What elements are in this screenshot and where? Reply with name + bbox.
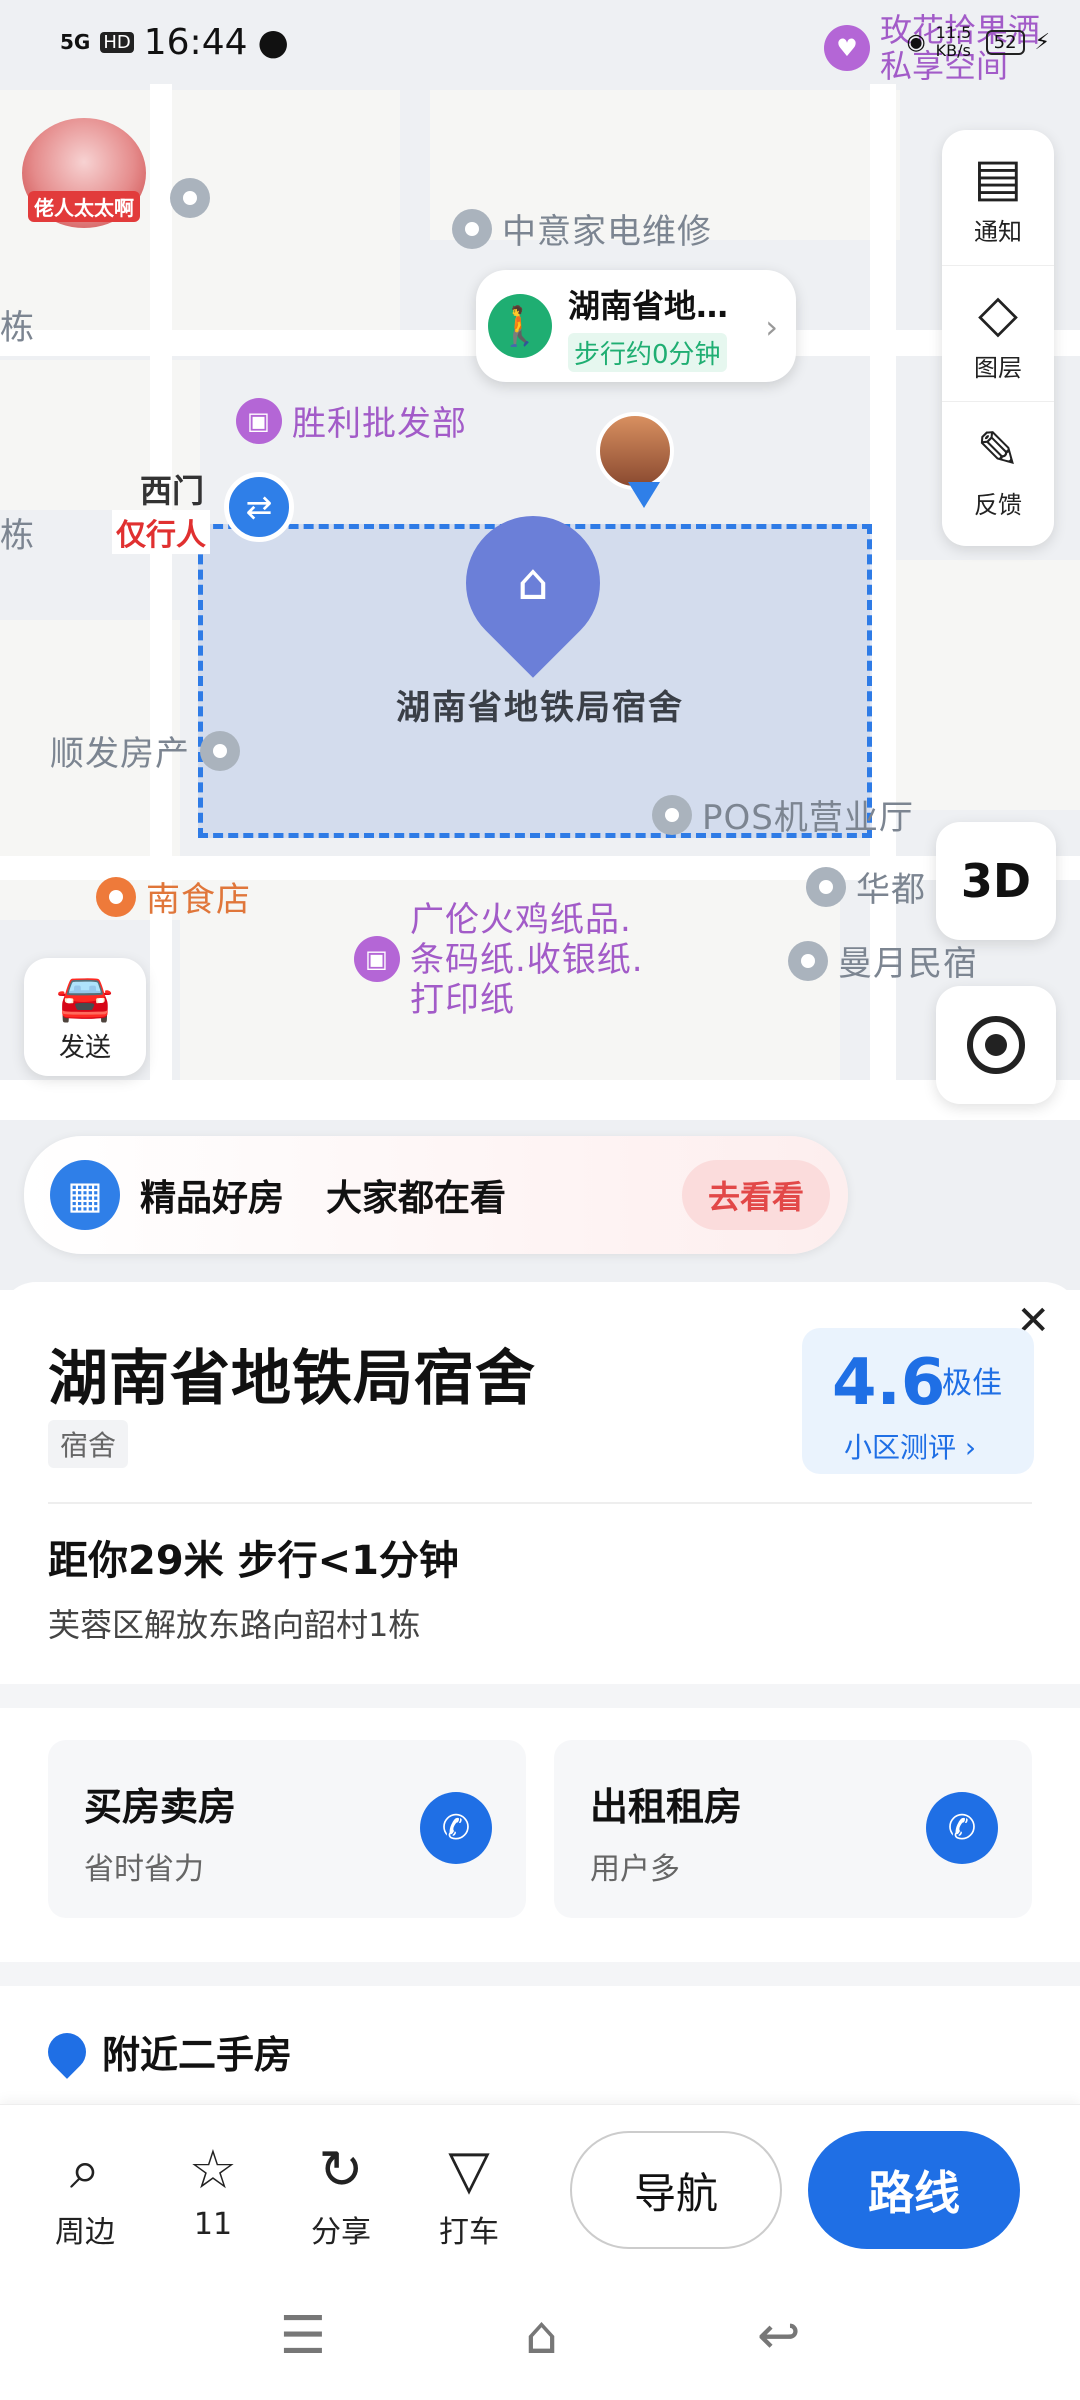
user-location-avatar[interactable] — [596, 412, 674, 490]
chevron-right-icon: › — [765, 308, 778, 346]
rating-score: 4.6 — [832, 1346, 946, 1420]
selected-poi-label: 湖南省地铁局宿舍 — [396, 688, 684, 728]
banner-go-button[interactable]: 去看看 — [681, 1160, 830, 1230]
location-service-icon: ◉ — [906, 29, 926, 55]
shop-pin-icon: ▣ — [354, 936, 400, 982]
walking-person-icon: 🚶 — [488, 294, 552, 358]
nearby-button[interactable]: ⌕ 周边 — [30, 2139, 140, 2251]
poi-unnamed[interactable] — [170, 178, 210, 218]
service-card-buy-sell[interactable]: 买房卖房 省时省力 ✆ — [48, 1740, 526, 1918]
notice-icon: ▤ — [973, 148, 1023, 208]
net-speed: 11.5 KB/s — [935, 23, 972, 60]
hotel-pin-icon — [788, 940, 828, 981]
notice-button[interactable]: ▤ 通知 — [942, 130, 1054, 266]
service-card-rent[interactable]: 出租租房 用户多 ✆ — [554, 1740, 1032, 1918]
distance-info: 距你29米 步行<1分钟 — [48, 1538, 459, 1584]
back-icon[interactable]: ↩ — [757, 2306, 801, 2366]
poi-guanglun[interactable]: ▣ 广伦火鸡纸品.条码纸.收银纸.打印纸 — [354, 900, 650, 1020]
walk-card-subtitle: 步行约0分钟 — [568, 332, 727, 372]
poi-nanshi[interactable]: 南食店 — [96, 872, 251, 921]
section-gap — [0, 1684, 1080, 1708]
west-gate-label: 西门 — [140, 472, 205, 510]
walk-route-card[interactable]: 🚶 湖南省地… 步行约0分钟 › — [476, 270, 796, 382]
phone-icon[interactable]: ✆ — [420, 1792, 492, 1864]
location-pin-icon — [200, 730, 240, 771]
location-pin-icon — [452, 208, 492, 249]
share-icon: ↻ — [318, 2138, 364, 2201]
favorite-button[interactable]: ☆ 11 — [158, 2138, 268, 2243]
share-button[interactable]: ↻ 分享 — [286, 2139, 396, 2251]
location-pin-icon — [40, 2024, 94, 2079]
navigate-button[interactable]: 导航 — [570, 2131, 782, 2249]
poi-detail-sheet: ✕ 湖南省地铁局宿舍 宿舍 4.6 极佳 小区测评 › 距你29米 步行<1分钟… — [0, 1282, 1080, 2112]
car-send-icon: 🚘 — [56, 969, 114, 1024]
location-pin-icon — [652, 794, 692, 835]
nearby-secondhand-header: 附近二手房 — [40, 2024, 292, 2079]
poi-dong[interactable]: 栋 — [0, 300, 35, 349]
address: 芙蓉区解放东路向韶村1栋 — [48, 1606, 421, 1644]
banner-subtitle: 大家都在看 — [326, 1178, 507, 1219]
layers-icon: ◇ — [978, 284, 1018, 344]
star-icon: ☆ — [188, 2138, 238, 2201]
promo-banner[interactable]: ▦ 精品好房 大家都在看 去看看 — [24, 1136, 848, 1254]
restaurant-pin-icon — [96, 876, 136, 917]
layers-button[interactable]: ◇ 图层 — [942, 266, 1054, 402]
home-icon[interactable]: ⌂ — [525, 2306, 558, 2366]
drink-pin-icon: ♥ — [824, 25, 870, 71]
feedback-icon: ✎ — [976, 420, 1020, 481]
toggle-3d-button[interactable]: 3D — [936, 822, 1056, 940]
charging-icon: ⚡ — [1034, 29, 1050, 55]
building-icon: ▦ — [50, 1160, 120, 1230]
search-icon: ⌕ — [69, 2138, 101, 2201]
poi-category-tag: 宿舍 — [48, 1420, 129, 1468]
rating-link: 小区测评 › — [844, 1431, 977, 1464]
avatar-tag: 佬人太太啊 — [28, 191, 140, 222]
clock: 16:44 — [143, 21, 248, 63]
divider — [48, 1502, 1032, 1504]
poi-shunfa[interactable]: 顺发房产 — [50, 726, 240, 775]
taxi-button[interactable]: ▽ 打车 — [414, 2139, 524, 2251]
locate-icon — [967, 1016, 1025, 1074]
hotel-pin-icon — [806, 866, 846, 907]
map-tools-panel: ▤ 通知 ◇ 图层 ✎ 反馈 — [942, 130, 1054, 546]
poi-pos[interactable]: POS机营业厅 — [652, 790, 914, 839]
shop-pin-icon: ▣ — [236, 397, 282, 444]
phone-icon[interactable]: ✆ — [926, 1792, 998, 1864]
system-nav-bar: ☰ ⌂ ↩ — [0, 2272, 1080, 2400]
route-button[interactable]: 路线 — [808, 2131, 1020, 2249]
rating-level: 极佳 — [942, 1366, 1002, 1401]
location-pin-icon — [170, 178, 210, 218]
gate-entrance-icon[interactable]: ⇄ — [224, 472, 294, 542]
poi-shengli[interactable]: ▣ 胜利批发部 — [236, 396, 467, 445]
section-gap — [0, 1962, 1080, 1986]
feedback-button[interactable]: ✎ 反馈 — [942, 402, 1054, 538]
heading-arrow-icon — [628, 482, 660, 508]
pedestrian-only-label: 仅行人 — [112, 510, 210, 554]
walk-card-title: 湖南省地… — [568, 286, 729, 325]
banner-title: 精品好房 — [140, 1178, 285, 1219]
wechat-icon: ● — [257, 21, 289, 63]
locate-me-button[interactable] — [936, 986, 1056, 1104]
status-bar: 5G HD 16:44 ● ♥ 玫花拾果酒 私享空间 ◉ 11.5 KB/s 5… — [0, 0, 1080, 84]
hd-badge: HD — [100, 31, 134, 53]
community-rating-card[interactable]: 4.6 极佳 小区测评 › — [802, 1328, 1034, 1474]
poi-dong-2[interactable]: 栋 — [0, 508, 35, 557]
battery-indicator: 52 — [985, 29, 1025, 55]
residence-icon: ⌂ — [517, 553, 549, 611]
menu-icon[interactable]: ☰ — [279, 2306, 326, 2366]
action-bar: ⌕ 周边 ☆ 11 ↻ 分享 ▽ 打车 导航 路线 — [0, 2104, 1080, 2272]
network-indicator: 5G — [60, 30, 91, 54]
poi-manyue[interactable]: 曼月民宿 — [788, 936, 978, 985]
poi-huadu[interactable]: 华都 — [806, 862, 926, 911]
avatar[interactable]: 佬人太太啊 — [22, 118, 146, 228]
poi-title: 湖南省地铁局宿舍 — [48, 1344, 536, 1414]
poi-zhongyi[interactable]: 中意家电维修 — [452, 204, 712, 253]
taxi-icon: ▽ — [448, 2138, 490, 2201]
send-to-car-button[interactable]: 🚘 发送 — [24, 958, 146, 1076]
map-canvas[interactable]: 栋 栋 中意家电维修 ▣ 胜利批发部 顺发房产 POS机营业厅 南食店 ▣ 广伦… — [0, 0, 1080, 1290]
